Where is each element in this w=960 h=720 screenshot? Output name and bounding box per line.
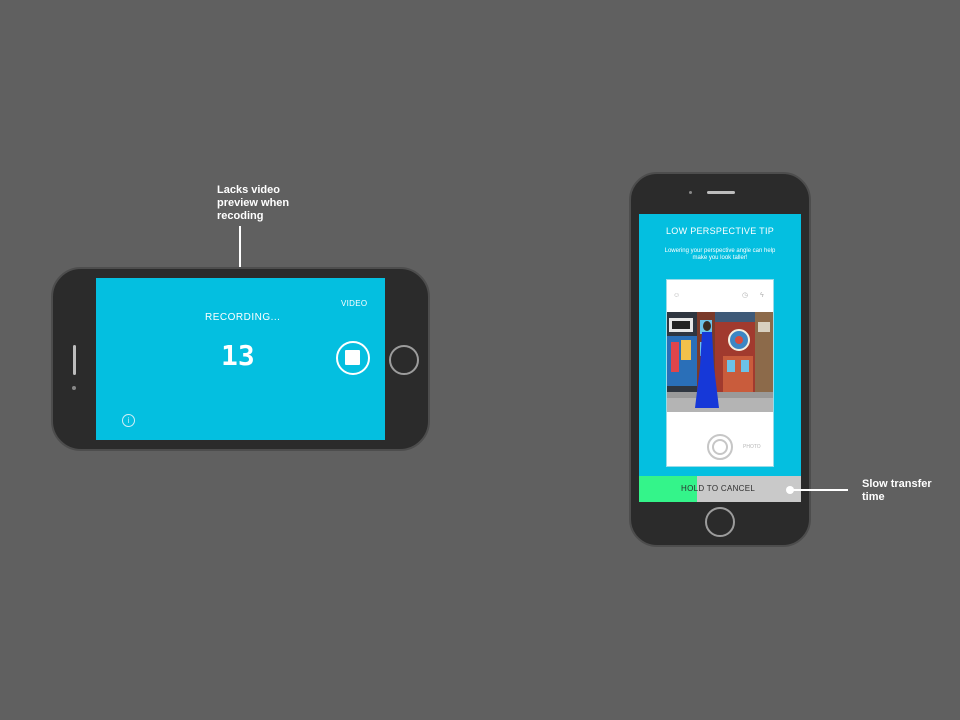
- phone-speaker: [707, 191, 735, 194]
- stop-icon: [345, 350, 360, 365]
- smiley-icon[interactable]: ☺: [673, 292, 680, 300]
- shutter-button[interactable]: [707, 434, 733, 460]
- hold-to-cancel-bar[interactable]: HOLD TO CANCEL: [639, 476, 801, 502]
- stop-button[interactable]: [336, 341, 370, 375]
- annotation-video-preview: Lacks video preview when recoding: [217, 184, 290, 222]
- info-icon[interactable]: i: [122, 414, 135, 427]
- street-photo-image: [667, 312, 773, 412]
- phone-speaker: [73, 345, 76, 375]
- annotation-transfer: Slow transfer time: [862, 478, 932, 503]
- shutter-icon: [712, 439, 728, 455]
- home-button[interactable]: [389, 345, 419, 375]
- photo-mode-label[interactable]: PHOTO: [743, 444, 761, 450]
- mode-label[interactable]: VIDEO: [341, 299, 367, 308]
- tip-description: Lowering your perspective angle can help…: [664, 248, 776, 261]
- recording-status: RECORDING...: [205, 312, 281, 323]
- hold-to-cancel-label: HOLD TO CANCEL: [681, 484, 756, 493]
- annotation-transfer-line: [792, 489, 848, 491]
- home-button[interactable]: [705, 507, 735, 537]
- phone-camera: [689, 191, 692, 194]
- flash-icon[interactable]: ϟ: [760, 292, 764, 300]
- timer-icon[interactable]: ◷: [742, 292, 748, 300]
- tip-title: LOW PERSPECTIVE TIP: [666, 226, 775, 236]
- preview-photo: [667, 312, 773, 412]
- recording-counter: 13: [221, 339, 255, 372]
- phone-camera: [72, 386, 76, 390]
